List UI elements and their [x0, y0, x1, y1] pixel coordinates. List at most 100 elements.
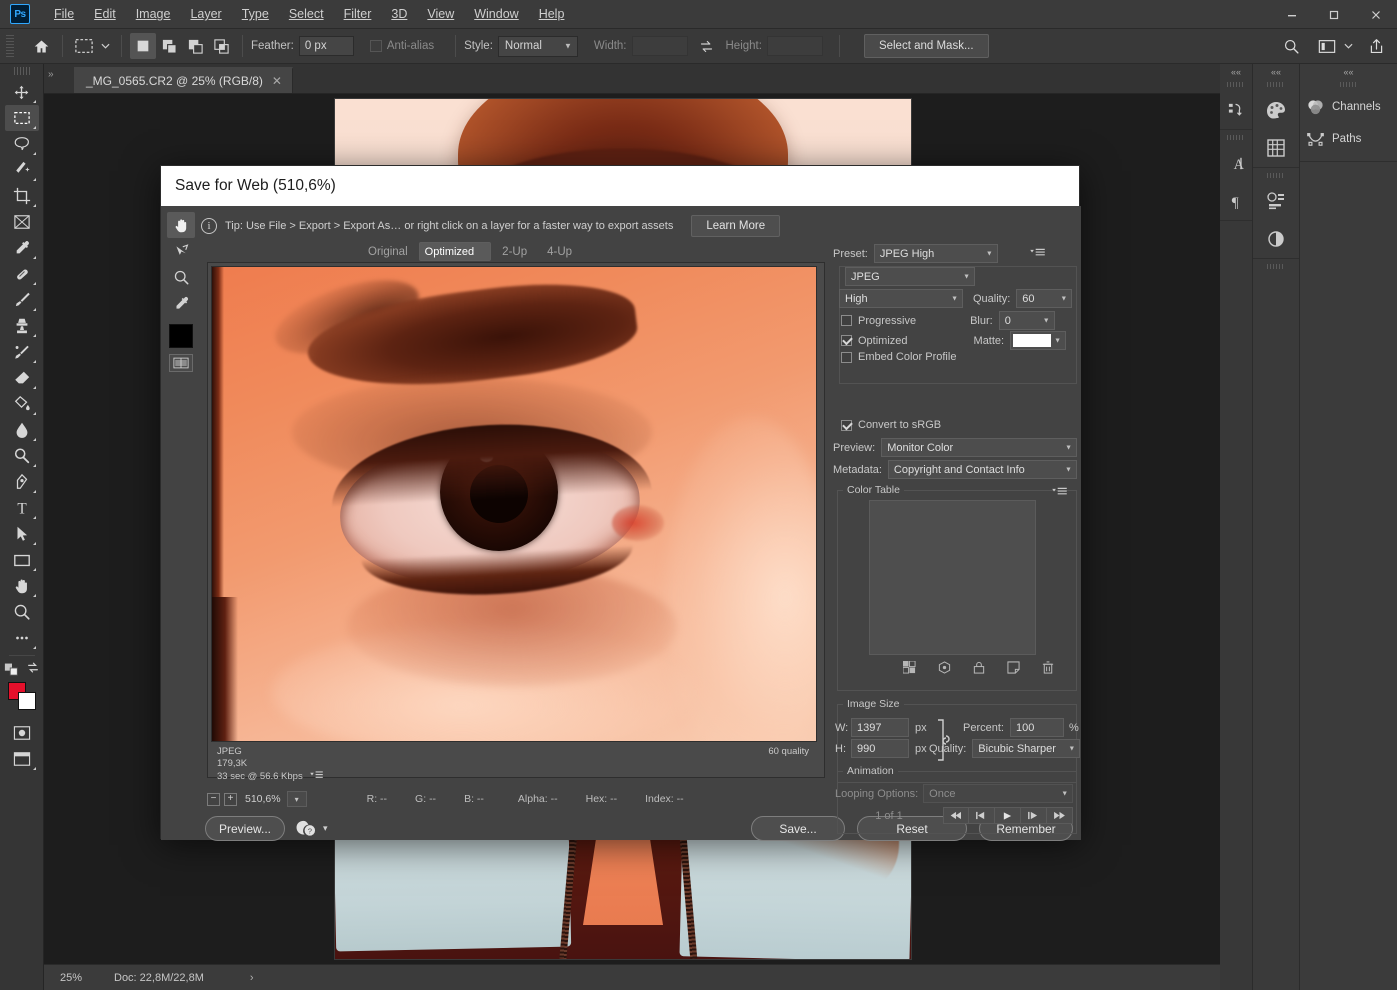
quality-value-input[interactable]: 60 ▼ [1016, 289, 1072, 308]
info-flyout-menu-icon[interactable] [310, 771, 323, 783]
edit-toolbar-button[interactable] [5, 625, 39, 651]
tool-preset-caret[interactable] [97, 33, 113, 59]
delete-color-button[interactable] [1042, 661, 1054, 679]
hand-tool[interactable] [5, 573, 39, 599]
optimized-preview-image[interactable] [211, 266, 817, 742]
tab-optimized[interactable]: Optimized [419, 242, 492, 261]
optimized-checkbox[interactable] [841, 335, 852, 346]
feather-input[interactable]: 0 px [299, 36, 354, 56]
type-tool[interactable]: T [5, 495, 39, 521]
paragraph-panel-button[interactable]: ¶ [1220, 182, 1252, 220]
width-input[interactable] [632, 36, 688, 56]
last-frame-button[interactable] [1047, 807, 1073, 824]
first-frame-button[interactable] [943, 807, 969, 824]
quick-selection-tool[interactable] [5, 157, 39, 183]
lock-color-button[interactable] [973, 661, 985, 679]
rectangular-marquee-tool[interactable] [5, 105, 39, 131]
blur-value-input[interactable]: 0 ▼ [999, 311, 1055, 330]
dock-grip[interactable] [1220, 77, 1252, 91]
swap-colors-icon[interactable] [26, 661, 40, 675]
menu-image[interactable]: Image [126, 3, 181, 25]
resample-quality-select[interactable]: Bicubic Sharper ▼ [972, 739, 1080, 758]
dialog-eyedropper-tool[interactable] [167, 290, 195, 316]
chevron-down-icon[interactable] [1344, 43, 1353, 49]
close-button[interactable] [1355, 0, 1397, 29]
crop-tool[interactable] [5, 183, 39, 209]
preset-select[interactable]: JPEG High ▼ [874, 244, 998, 263]
background-color-swatch[interactable] [18, 692, 36, 710]
height-input[interactable] [767, 36, 823, 56]
home-button[interactable] [28, 33, 54, 59]
collapse-dock-a-button[interactable]: «« [1220, 64, 1252, 77]
device-preview-icon[interactable]: ? [295, 819, 318, 838]
menu-type[interactable]: Type [232, 3, 279, 25]
compression-quality-select[interactable]: High ▼ [839, 289, 963, 308]
zoom-in-button[interactable]: + [224, 793, 237, 806]
collapse-dock-c-button[interactable]: «« [1300, 64, 1397, 77]
play-button[interactable] [995, 807, 1021, 824]
search-button[interactable] [1278, 33, 1304, 59]
dock-grip[interactable] [1253, 168, 1299, 182]
default-colors-icon[interactable] [4, 660, 20, 676]
tab-4up[interactable]: 4-Up [538, 242, 581, 262]
document-tab[interactable]: _MG_0565.CR2 @ 25% (RGB/8) ✕ [74, 67, 293, 93]
history-brush-tool[interactable] [5, 339, 39, 365]
layer-comps-panel-button[interactable] [1253, 182, 1299, 220]
blur-tool[interactable] [5, 417, 39, 443]
intersect-selection-button[interactable] [208, 33, 234, 59]
tab-original[interactable]: Original [359, 242, 417, 262]
active-tool-preset[interactable] [71, 33, 97, 59]
image-height-input[interactable]: 990 [851, 739, 909, 758]
menu-file[interactable]: File [44, 3, 84, 25]
preview-color-select[interactable]: Monitor Color ▼ [881, 438, 1077, 457]
preview-button[interactable]: Preview... [205, 816, 285, 841]
menu-filter[interactable]: Filter [334, 3, 382, 25]
minimize-button[interactable] [1271, 0, 1313, 29]
swatches-panel-button[interactable] [1253, 129, 1299, 167]
path-selection-tool[interactable] [5, 521, 39, 547]
dock-grip[interactable] [1220, 130, 1252, 144]
panel-channels[interactable]: Channels [1300, 91, 1397, 123]
shift-to-web-button[interactable] [938, 661, 951, 679]
progressive-checkbox[interactable] [841, 315, 852, 326]
new-color-button[interactable] [1007, 661, 1020, 679]
dock-grip[interactable] [1300, 77, 1397, 91]
close-icon[interactable]: ✕ [272, 74, 282, 88]
subtract-from-selection-button[interactable] [182, 33, 208, 59]
frame-tool[interactable] [5, 209, 39, 235]
dodge-tool[interactable] [5, 443, 39, 469]
menu-select[interactable]: Select [279, 3, 334, 25]
embed-color-profile-checkbox[interactable] [841, 352, 852, 363]
move-tool[interactable] [5, 79, 39, 105]
select-and-mask-button[interactable]: Select and Mask... [864, 34, 989, 58]
menu-window[interactable]: Window [464, 3, 528, 25]
save-button[interactable]: Save... [751, 816, 845, 841]
tab-2up[interactable]: 2-Up [493, 242, 536, 262]
color-table-swatch-grid[interactable] [869, 500, 1036, 655]
panel-paths[interactable]: Paths [1300, 123, 1397, 155]
actions-panel-button[interactable] [1220, 91, 1252, 129]
character-panel-button[interactable]: A [1220, 144, 1252, 182]
zoom-out-button[interactable]: − [207, 793, 220, 806]
percent-input[interactable]: 100 [1010, 718, 1064, 737]
new-selection-button[interactable] [130, 33, 156, 59]
previous-frame-button[interactable] [969, 807, 995, 824]
toggle-slices-visibility-button[interactable] [169, 354, 193, 372]
screen-mode-button[interactable] [5, 746, 39, 772]
map-to-transparent-button[interactable] [903, 661, 916, 679]
dialog-zoom-tool[interactable] [167, 264, 195, 290]
dock-grip[interactable] [1253, 77, 1299, 91]
metadata-select[interactable]: Copyright and Contact Info ▼ [888, 460, 1077, 479]
matte-color-select[interactable]: ▼ [1010, 331, 1066, 350]
status-zoom[interactable]: 25% [44, 972, 114, 984]
menu-3d[interactable]: 3D [381, 3, 417, 25]
zoom-level-dropdown[interactable]: ▾ [287, 791, 307, 807]
preset-flyout-menu-button[interactable] [1030, 245, 1045, 263]
swap-dimensions-button[interactable] [694, 33, 720, 59]
anti-alias-checkbox[interactable] [370, 40, 382, 52]
maximize-button[interactable] [1313, 0, 1355, 29]
color-table-flyout-menu-button[interactable] [1052, 484, 1067, 502]
share-button[interactable] [1363, 33, 1389, 59]
looping-options-select[interactable]: Once ▼ [923, 784, 1073, 803]
color-panel-button[interactable] [1253, 91, 1299, 129]
